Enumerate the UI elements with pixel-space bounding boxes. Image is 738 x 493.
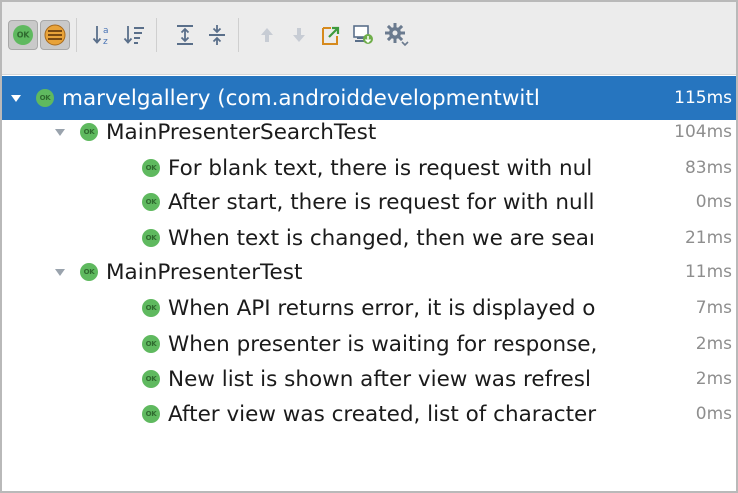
next-failed-icon <box>293 28 305 42</box>
test-time: 0ms <box>695 404 732 424</box>
export-results-icon <box>322 26 340 45</box>
test-time: 2ms <box>695 334 732 354</box>
toolbar-separator <box>76 18 77 52</box>
passed-icon <box>142 159 160 177</box>
collapse-all-icon <box>209 25 225 45</box>
settings-button[interactable] <box>384 22 410 48</box>
passed-icon <box>36 89 54 107</box>
export-results-button[interactable] <box>318 22 344 48</box>
suite-label: MainPresenterSearchTest <box>106 119 377 145</box>
next-failed-button[interactable] <box>286 22 312 48</box>
test-label: For blank text, there is request with nu… <box>168 155 593 181</box>
show-ignored-button[interactable] <box>40 20 70 50</box>
passed-icon <box>142 299 160 317</box>
passed-icon <box>142 370 160 388</box>
expand-arrow-icon[interactable] <box>10 92 22 104</box>
test-label: After view was created, list of characte… <box>168 401 597 427</box>
expand-arrow-icon[interactable] <box>54 126 66 138</box>
toolbar-separator <box>238 18 239 52</box>
test-label: New list is shown after view was refresl <box>168 366 591 392</box>
sort-alphabetically-icon: a z <box>92 26 109 47</box>
test-time: 2ms <box>695 369 732 389</box>
svg-text:a: a <box>103 26 109 36</box>
import-tests-button[interactable] <box>350 22 376 48</box>
expand-all-icon <box>177 25 193 45</box>
sort-alphabetically-button[interactable]: a z <box>90 22 116 48</box>
test-time: 0ms <box>695 192 732 212</box>
previous-failed-icon <box>261 28 273 42</box>
test-label: When text is changed, then we are seaı <box>168 225 595 251</box>
passed-icon <box>142 229 160 247</box>
collapse-all-button[interactable] <box>204 22 230 48</box>
root-label: marvelgallery (com.androiddevelopmentwit… <box>62 85 540 111</box>
expand-all-button[interactable] <box>172 22 198 48</box>
passed-icon <box>80 263 98 281</box>
show-ignored-icon <box>44 24 66 46</box>
show-passed-icon <box>13 25 33 45</box>
test-label: After start, there is request for with n… <box>168 189 595 215</box>
previous-failed-button[interactable] <box>254 22 280 48</box>
root-time: 115ms <box>674 88 732 108</box>
toolbar: a z <box>2 2 736 75</box>
test-label: When API returns error, it is displayed … <box>168 295 596 321</box>
svg-text:z: z <box>103 37 108 47</box>
passed-icon <box>80 123 98 141</box>
passed-icon <box>142 405 160 423</box>
sort-by-duration-icon <box>123 26 144 44</box>
show-passed-button[interactable] <box>8 20 38 50</box>
test-time: 21ms <box>684 228 732 248</box>
sort-by-duration-button[interactable] <box>122 22 148 48</box>
settings-icon <box>385 23 409 47</box>
passed-icon <box>142 193 160 211</box>
import-tests-icon <box>353 25 373 44</box>
test-label: When presenter is waiting for response, <box>168 331 598 357</box>
test-time: 83ms <box>684 158 732 178</box>
suite-time: 104ms <box>674 122 732 142</box>
test-row[interactable]: After view was created, list of characte… <box>2 392 736 436</box>
suite-label: MainPresenterTest <box>106 259 303 285</box>
test-time: 7ms <box>695 298 732 318</box>
expand-arrow-icon[interactable] <box>54 266 66 278</box>
test-runner-panel: a z <box>0 0 738 493</box>
passed-icon <box>142 335 160 353</box>
suite-time: 11ms <box>684 262 732 282</box>
toolbar-separator <box>156 18 157 52</box>
